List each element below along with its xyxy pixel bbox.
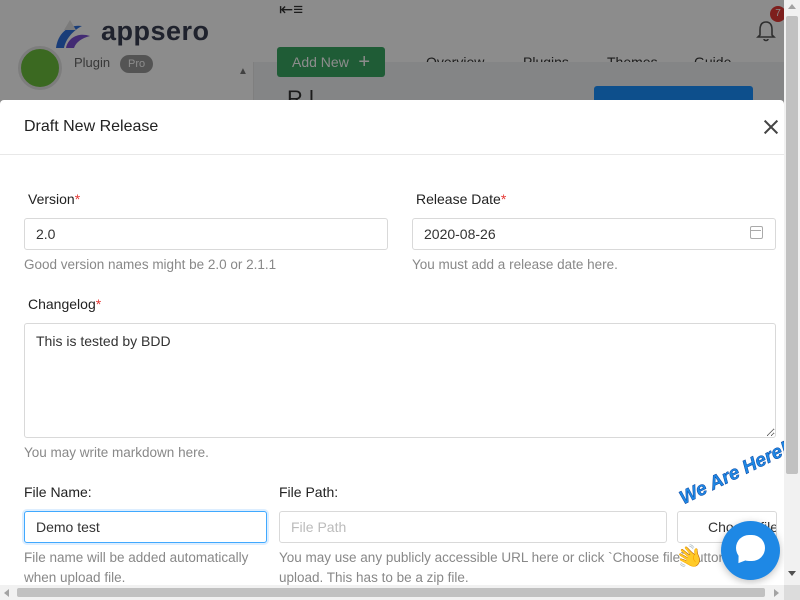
scrollbar-thumb[interactable] — [17, 588, 765, 597]
modal-title: Draft New Release — [24, 118, 159, 135]
file-path-label: File Path: — [279, 484, 339, 500]
changelog-label-text: Changelog — [28, 296, 96, 312]
horizontal-scrollbar[interactable] — [0, 585, 784, 600]
scroll-left-icon[interactable] — [4, 589, 9, 597]
changelog-textarea[interactable]: This is tested by BDD — [24, 323, 776, 438]
required-mark: * — [95, 296, 102, 312]
version-input[interactable] — [24, 218, 388, 250]
scrollbar-thumb[interactable] — [786, 16, 798, 474]
release-date-help: You must add a release date here. — [412, 257, 618, 272]
required-mark: * — [74, 191, 81, 207]
release-date-input[interactable] — [412, 218, 776, 250]
scrollbar-corner — [784, 585, 800, 600]
version-help: Good version names might be 2.0 or 2.1.1 — [24, 257, 277, 272]
release-date-label-text: Release Date — [416, 191, 501, 207]
file-name-help: File name will be added automatically wh… — [24, 550, 249, 585]
scroll-up-icon[interactable] — [788, 4, 796, 9]
modal-header: Draft New Release — [0, 100, 784, 155]
required-mark: * — [500, 191, 507, 207]
version-label-text: Version — [28, 191, 75, 207]
chat-bubble-icon[interactable] — [721, 521, 780, 580]
version-label: Version* — [28, 191, 80, 207]
file-path-input[interactable] — [279, 511, 667, 543]
file-name-label: File Name: — [24, 484, 92, 500]
release-date-label: Release Date* — [416, 191, 506, 207]
close-icon[interactable] — [762, 118, 780, 136]
vertical-scrollbar[interactable] — [784, 0, 800, 600]
file-name-input[interactable] — [24, 511, 267, 543]
scroll-right-icon[interactable] — [774, 589, 779, 597]
scroll-down-icon[interactable] — [788, 571, 796, 576]
changelog-help: You may write markdown here. — [24, 445, 209, 460]
changelog-label: Changelog* — [28, 296, 101, 312]
calendar-icon[interactable] — [750, 226, 763, 239]
